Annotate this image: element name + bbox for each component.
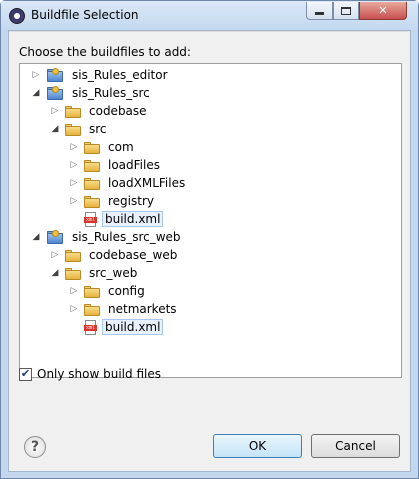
window-title: Buildfile Selection (31, 8, 139, 22)
project-folder-icon (46, 68, 64, 82)
only-show-build-files-option[interactable]: ✔ Only show build files (19, 367, 161, 381)
collapsed-arrow-icon[interactable]: ▷ (68, 159, 80, 171)
tree-item[interactable]: ◢ src (20, 120, 400, 138)
tree-item[interactable]: ▷ codebase (20, 102, 400, 120)
dialog-body: Choose the buildfiles to add: ▷ sis_Rules… (8, 30, 411, 472)
xml-file-icon: xml (84, 211, 97, 227)
title-bar[interactable]: Buildfile Selection ✕ (1, 1, 418, 30)
folder-icon (65, 105, 81, 118)
expanded-arrow-icon[interactable]: ◢ (30, 87, 42, 99)
tree-item-label: loadFiles (108, 158, 160, 172)
tree-item-label: src_web (89, 266, 138, 280)
folder-icon (84, 285, 100, 298)
only-show-build-files-checkbox[interactable]: ✔ (19, 367, 32, 381)
tree-item[interactable]: ◢ sis_Rules_src_web (20, 228, 400, 246)
minimize-button[interactable] (306, 2, 333, 20)
folder-icon (65, 123, 81, 136)
tree-item[interactable]: ◢ src_web (20, 264, 400, 282)
tree-item-label: sis_Rules_src_web (72, 230, 181, 244)
folder-icon (84, 195, 100, 208)
tree-item-label: sis_Rules_editor (72, 68, 168, 82)
collapsed-arrow-icon[interactable]: ▷ (49, 105, 61, 117)
collapsed-arrow-icon[interactable]: ▷ (68, 141, 80, 153)
only-show-build-files-label: Only show build files (37, 367, 161, 381)
buildfile-tree[interactable]: ▷ sis_Rules_editor ◢ sis_Rules_src ▷ codebase… (19, 63, 402, 378)
tree-item-label: netmarkets (108, 302, 177, 316)
close-icon: ✕ (378, 4, 388, 17)
eclipse-app-icon (9, 8, 25, 24)
tree-item-label: sis_Rules_src (72, 86, 150, 100)
ok-button[interactable]: OK (213, 434, 302, 458)
expanded-arrow-icon[interactable]: ◢ (30, 231, 42, 243)
expanded-arrow-icon[interactable]: ◢ (49, 123, 61, 135)
xml-file-icon: xml (84, 319, 97, 335)
tree-item[interactable]: ▷ codebase_web (20, 246, 400, 264)
tree-item[interactable]: ▷ loadXMLFiles (20, 174, 400, 192)
close-button[interactable]: ✕ (359, 2, 407, 20)
tree-item[interactable]: ◢ sis_Rules_src (20, 84, 400, 102)
tree-item[interactable]: ▷ com (20, 138, 400, 156)
maximize-icon (341, 6, 351, 15)
tree-item-label: codebase_web (89, 248, 178, 262)
folder-icon (65, 249, 81, 262)
tree-item-label: build.xml (102, 211, 164, 227)
instruction-label: Choose the buildfiles to add: (19, 45, 191, 59)
folder-icon (65, 267, 81, 280)
collapsed-arrow-icon[interactable]: ▷ (30, 69, 42, 81)
checkmark-icon: ✔ (20, 367, 31, 380)
folder-icon (84, 177, 100, 190)
help-icon[interactable]: ? (24, 436, 46, 458)
collapsed-arrow-icon[interactable]: ▷ (49, 249, 61, 261)
tree-item-label: config (108, 284, 145, 298)
tree-item-label: build.xml (102, 319, 164, 335)
cancel-button[interactable]: Cancel (311, 434, 400, 458)
collapsed-arrow-icon[interactable]: ▷ (68, 303, 80, 315)
expanded-arrow-icon[interactable]: ◢ (49, 267, 61, 279)
tree-item[interactable]: ▷ loadFiles (20, 156, 400, 174)
minimize-icon (315, 12, 324, 15)
buildfile-selection-dialog: Buildfile Selection ✕ Choose the buildfi… (0, 0, 419, 479)
tree-item[interactable]: ▷ config (20, 282, 400, 300)
project-folder-icon (46, 86, 64, 100)
tree-item[interactable]: xml build.xml (20, 318, 400, 336)
folder-icon (84, 159, 100, 172)
tree-item[interactable]: xml build.xml (20, 210, 400, 228)
tree-item[interactable]: ▷ registry (20, 192, 400, 210)
folder-icon (84, 141, 100, 154)
tree-item[interactable]: ▷ sis_Rules_editor (20, 66, 400, 84)
maximize-button[interactable] (333, 2, 359, 20)
folder-icon (84, 303, 100, 316)
tree-item-label: com (108, 140, 134, 154)
divider (9, 31, 410, 32)
tree-item-label: codebase (89, 104, 147, 118)
tree-item[interactable]: ▷ netmarkets (20, 300, 400, 318)
collapsed-arrow-icon[interactable]: ▷ (68, 177, 80, 189)
collapsed-arrow-icon[interactable]: ▷ (68, 285, 80, 297)
tree-item-label: registry (108, 194, 154, 208)
tree-item-label: loadXMLFiles (108, 176, 186, 190)
tree-item-label: src (89, 122, 107, 136)
project-folder-icon (46, 230, 64, 244)
collapsed-arrow-icon[interactable]: ▷ (68, 195, 80, 207)
